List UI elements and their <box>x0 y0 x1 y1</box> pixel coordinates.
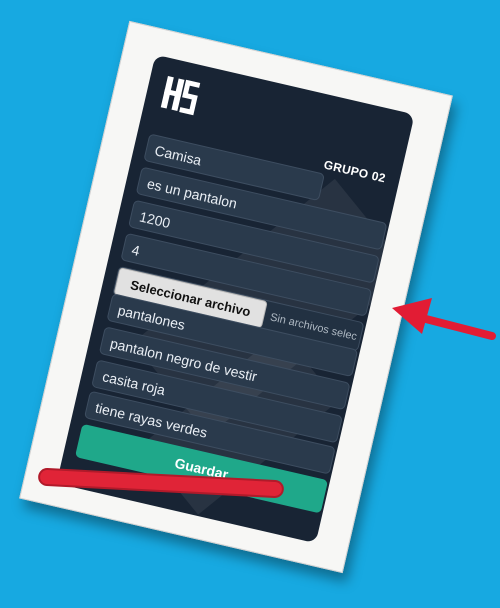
red-arrow-icon <box>392 298 496 340</box>
form-panel: GRUPO 02 Camisa es un pantalon 1200 4 Se… <box>56 54 415 544</box>
hs-logo-icon <box>160 76 201 116</box>
